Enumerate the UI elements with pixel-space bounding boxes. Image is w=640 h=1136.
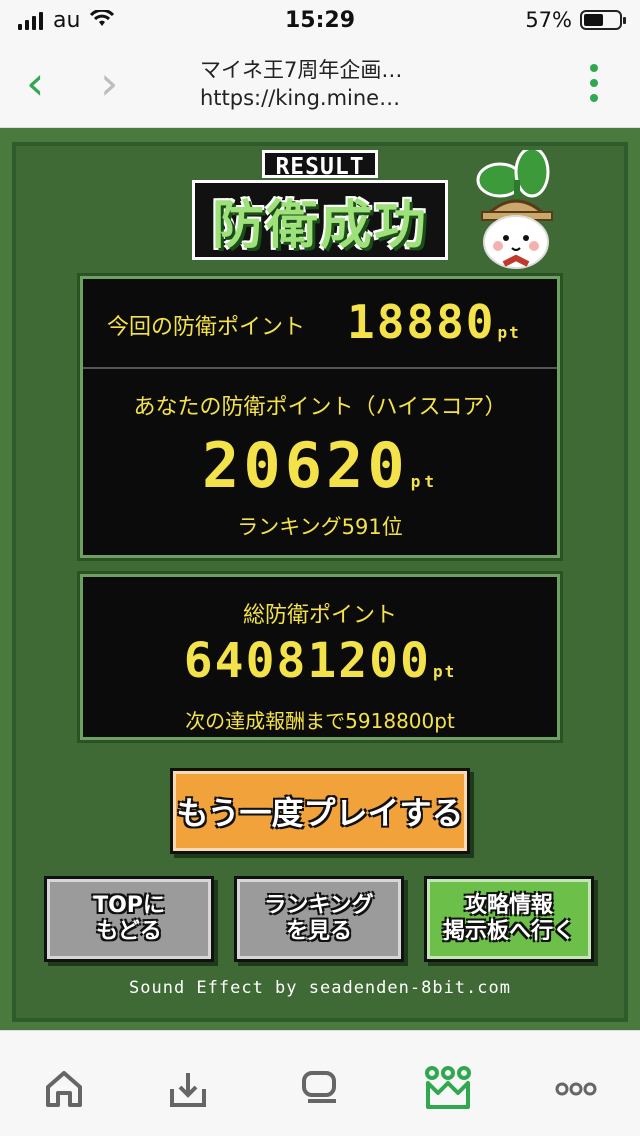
- browser-toolbar: ‹ › マイネ王7周年企画… https://king.mine…: [0, 40, 640, 128]
- back-chevron-icon[interactable]: ‹: [26, 58, 62, 108]
- title-banner: 防衛成功: [192, 180, 448, 260]
- status-bar: au 15:29 57%: [0, 0, 640, 40]
- ranking-button[interactable]: ランキング を見る: [234, 876, 404, 962]
- current-points-value: 18880 pt: [347, 295, 521, 349]
- total-points-number: 64081200: [183, 633, 431, 689]
- replay-button-label: もう一度プレイする: [176, 794, 464, 832]
- home-icon[interactable]: [36, 1061, 92, 1117]
- divider: [83, 367, 557, 369]
- result-label: RESULT: [262, 150, 378, 180]
- forward-chevron-icon: ›: [100, 56, 119, 110]
- pt-unit: pt: [497, 323, 521, 342]
- info-button-label: 攻略情報 掲示板へ行く: [442, 893, 575, 944]
- total-points-label: 総防衛ポイント: [242, 603, 397, 628]
- top-button-label: TOPに もどる: [93, 893, 165, 944]
- battery-icon: [580, 10, 626, 30]
- mascot-icon: [470, 146, 562, 272]
- crown-icon[interactable]: [420, 1061, 476, 1117]
- info-board-button[interactable]: 攻略情報 掲示板へ行く: [424, 876, 594, 962]
- pt-unit: pt: [410, 472, 438, 491]
- page-title[interactable]: マイネ王7周年企画…: [200, 54, 402, 84]
- url-field[interactable]: https://king.mine…: [200, 86, 400, 110]
- result-title: 防衛成功: [211, 195, 428, 256]
- total-points-value: 64081200 pt: [83, 633, 557, 689]
- chat-icon[interactable]: [292, 1061, 348, 1117]
- next-goal-text: 次の達成報酬まで5918800pt: [185, 709, 455, 733]
- highscore-label: あなたの防衛ポイント（ハイスコア）: [133, 395, 507, 420]
- pt-unit: pt: [432, 662, 457, 681]
- bottom-tab-bar: [0, 1030, 640, 1136]
- total-panel: 総防衛ポイント 64081200 pt 次の達成報酬まで5918800pt: [80, 574, 560, 740]
- highscore-value: 20620 pt: [83, 429, 557, 502]
- sound-credit: Sound Effect by seadenden-8bit.com: [129, 978, 511, 998]
- current-points-number: 18880: [347, 295, 496, 349]
- highscore-number: 20620: [202, 429, 409, 502]
- more-icon[interactable]: [548, 1061, 604, 1117]
- ranking-text: ランキング591位: [237, 515, 403, 539]
- more-menu-icon[interactable]: [590, 64, 600, 102]
- share-icon[interactable]: [160, 1061, 216, 1117]
- current-points-label: 今回の防衛ポイント: [107, 315, 306, 340]
- battery-percent: 57%: [525, 8, 572, 32]
- replay-button[interactable]: もう一度プレイする: [170, 768, 470, 854]
- ranking-button-label: ランキング を見る: [264, 893, 374, 944]
- score-panel: 今回の防衛ポイント 18880 pt あなたの防衛ポイント（ハイスコア） 2062…: [80, 276, 560, 558]
- status-right: 57%: [525, 8, 626, 32]
- top-button[interactable]: TOPに もどる: [44, 876, 214, 962]
